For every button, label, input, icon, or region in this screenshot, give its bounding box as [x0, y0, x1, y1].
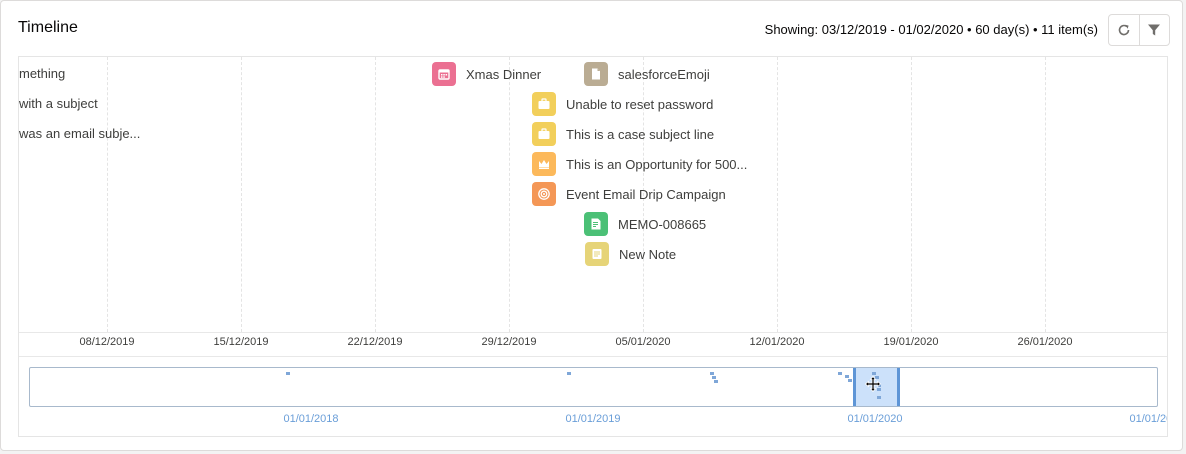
axis-tick-label: 12/01/2020 — [749, 336, 805, 348]
overview-record-marker — [712, 376, 716, 379]
case-icon — [532, 122, 556, 146]
axis-top-line — [19, 332, 1167, 333]
overview-record-marker — [877, 396, 881, 399]
overview-year-label: 01/01/2018 — [283, 413, 339, 425]
overview-record-marker — [567, 372, 571, 375]
item-label[interactable]: Xmas Dinner — [466, 67, 541, 82]
axis-bottom-line — [19, 356, 1167, 357]
overview-record-marker — [877, 388, 881, 391]
timeline-item-memo[interactable]: MEMO-008665 — [584, 212, 706, 236]
calendar-icon — [432, 62, 456, 86]
card-title: Timeline — [18, 19, 78, 36]
filter-icon — [1148, 24, 1161, 36]
timeline-item-case[interactable]: This is a case subject line — [532, 122, 714, 146]
overview-year-label: 01/01/2021 — [1129, 413, 1167, 425]
axis-tick-label: 05/01/2020 — [615, 336, 671, 348]
truncated-item-label[interactable]: was an email subje... — [19, 126, 140, 141]
axis-tick-label: 26/01/2020 — [1017, 336, 1073, 348]
item-label[interactable]: New Note — [619, 247, 676, 262]
axis-tick-label: 15/12/2019 — [213, 336, 269, 348]
memo-icon — [584, 212, 608, 236]
showing-range-text: Showing: 03/12/2019 - 01/02/2020 • 60 da… — [764, 22, 1098, 37]
timeline-item-campaign[interactable]: Event Email Drip Campaign — [532, 182, 726, 206]
timeline-card: Timeline Showing: 03/12/2019 - 01/02/202… — [0, 0, 1183, 451]
overview-record-marker — [838, 372, 842, 375]
timeline-item-salesforce-emoji[interactable]: salesforceEmoji — [584, 62, 710, 86]
overview-record-marker — [848, 379, 852, 382]
axis-tick-label: 08/12/2019 — [79, 336, 135, 348]
overview-record-marker — [286, 372, 290, 375]
grid-line — [1045, 57, 1046, 332]
axis-tick-label: 22/12/2019 — [347, 336, 403, 348]
grid-line — [911, 57, 912, 332]
axis-tick-label: 19/01/2020 — [883, 336, 939, 348]
axis-tick-label: 29/12/2019 — [481, 336, 537, 348]
refresh-icon — [1118, 24, 1130, 36]
item-label[interactable]: salesforceEmoji — [618, 67, 710, 82]
item-label[interactable]: MEMO-008665 — [618, 217, 706, 232]
overview-year-label: 01/01/2019 — [565, 413, 621, 425]
overview-record-marker — [872, 372, 876, 375]
timeline-item-opportunity[interactable]: This is an Opportunity for 500... — [532, 152, 747, 176]
case-icon — [532, 92, 556, 116]
opportunity-crown-icon — [532, 152, 556, 176]
note-icon — [585, 242, 609, 266]
filter-button[interactable] — [1138, 15, 1170, 45]
item-label[interactable]: This is a case subject line — [566, 127, 714, 142]
timeline-item-xmas-dinner[interactable]: Xmas Dinner — [432, 62, 541, 86]
truncated-item-label[interactable]: mething — [19, 66, 65, 81]
timeline-panel: mething with a subject was an email subj… — [18, 56, 1168, 437]
campaign-target-icon — [532, 182, 556, 206]
overview-record-marker — [710, 372, 714, 375]
overview-record-marker — [845, 375, 849, 378]
timeline-item-note[interactable]: New Note — [585, 242, 676, 266]
timeline-item-case[interactable]: Unable to reset password — [532, 92, 713, 116]
grid-line — [777, 57, 778, 332]
overview-year-label: 01/01/2020 — [847, 413, 903, 425]
item-label[interactable]: Unable to reset password — [566, 97, 713, 112]
header-button-group — [1108, 14, 1170, 46]
grid-line — [107, 57, 108, 332]
file-icon — [584, 62, 608, 86]
overview-record-marker — [877, 384, 881, 387]
overview-range-selector[interactable] — [853, 368, 900, 406]
grid-line — [375, 57, 376, 332]
timeline-overview[interactable] — [29, 367, 1158, 407]
truncated-item-label[interactable]: with a subject — [19, 96, 98, 111]
item-label[interactable]: Event Email Drip Campaign — [566, 187, 726, 202]
grid-line — [509, 57, 510, 332]
overview-record-marker — [714, 380, 718, 383]
item-label[interactable]: This is an Opportunity for 500... — [566, 157, 747, 172]
overview-record-marker — [875, 376, 879, 379]
refresh-button[interactable] — [1109, 15, 1139, 45]
grid-line — [241, 57, 242, 332]
